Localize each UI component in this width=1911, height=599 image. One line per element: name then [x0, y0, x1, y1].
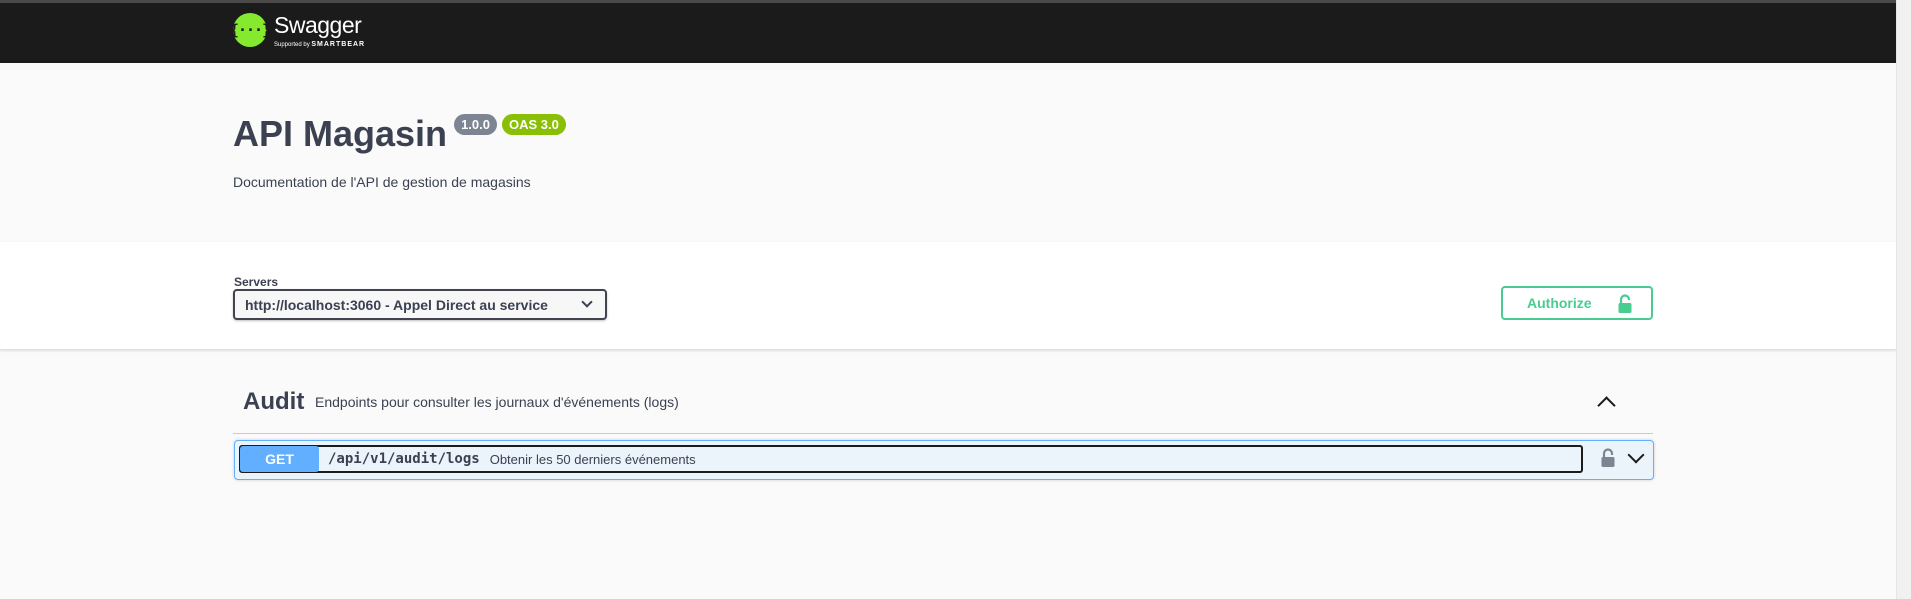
operation-summary[interactable]: GET /api/v1/audit/logs Obtenir les 50 de… — [239, 445, 1583, 473]
swagger-logo[interactable]: {···} Swagger Supported by SMARTBEAR — [229, 13, 365, 53]
page-title: API Magasin — [233, 113, 448, 154]
chevron-down-icon — [581, 296, 593, 308]
chevron-up-icon[interactable] — [1597, 396, 1616, 415]
authorize-label: Authorize — [1527, 295, 1592, 311]
lock-icon[interactable] — [1601, 448, 1615, 468]
tag-description: Endpoints pour consulter les journaux d'… — [315, 394, 679, 410]
chevron-down-icon[interactable] — [1627, 446, 1645, 464]
servers-label: Servers — [234, 275, 279, 289]
operation-path: /api/v1/audit/logs — [328, 451, 480, 467]
operation-get-audit-logs: GET /api/v1/audit/logs Obtenir les 50 de… — [234, 440, 1654, 480]
authorize-button[interactable]: Authorize — [1501, 286, 1653, 320]
swagger-ui-page: {···} Swagger Supported by SMARTBEAR API… — [0, 0, 1911, 599]
oas-badge: OAS 3.0 — [501, 114, 566, 135]
logo-text: Swagger Supported by SMARTBEAR — [274, 13, 365, 50]
supported-company: SMARTBEAR — [311, 41, 366, 48]
api-description: Documentation de l'API de gestion de mag… — [233, 174, 531, 190]
topbar: {···} Swagger Supported by SMARTBEAR — [0, 3, 1896, 63]
vertical-scrollbar[interactable] — [1896, 0, 1911, 599]
servers-selected-value: http://localhost:3060 - Appel Direct au … — [245, 296, 548, 313]
api-info: API Magasin 1.0.0 OAS 3.0 Documentation … — [233, 112, 566, 190]
brand-name: Swagger — [274, 12, 362, 38]
logo-mark: {···} — [229, 21, 271, 39]
tag-name: Audit — [243, 388, 305, 415]
swagger-logo-icon: {···} — [229, 13, 271, 47]
operation-description: Obtenir les 50 derniers événements — [489, 451, 696, 467]
version-badge: 1.0.0 — [454, 114, 497, 135]
supported-by: Supported by SMARTBEAR — [274, 40, 365, 50]
title-row: API Magasin 1.0.0 OAS 3.0 — [233, 112, 566, 156]
method-badge: GET — [240, 446, 319, 472]
supported-by-label: Supported by — [274, 42, 310, 48]
servers-select[interactable]: http://localhost:3060 - Appel Direct au … — [233, 289, 607, 320]
unlock-icon — [1618, 294, 1632, 313]
tag-audit-header[interactable]: Audit Endpoints pour consulter les journ… — [233, 372, 1653, 434]
